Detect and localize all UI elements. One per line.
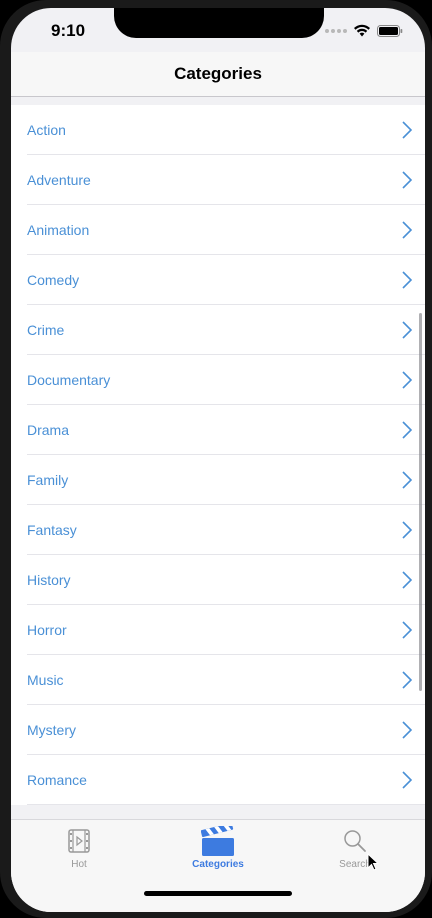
wifi-icon: [354, 24, 370, 37]
category-label: Action: [27, 122, 66, 138]
category-row[interactable]: Fantasy: [11, 505, 425, 555]
category-label: Crime: [27, 322, 65, 338]
category-label: Animation: [27, 222, 90, 238]
cellular-signal-icon: [325, 28, 347, 33]
chevron-right-icon: [402, 571, 413, 589]
category-label: Documentary: [27, 372, 111, 388]
category-label: Drama: [27, 422, 70, 438]
category-label: Family: [27, 472, 69, 488]
page-title: Categories: [174, 64, 262, 83]
mouse-cursor-icon: [367, 853, 379, 871]
chevron-right-icon: [402, 271, 413, 289]
category-row[interactable]: Crime: [11, 305, 425, 355]
category-row[interactable]: Adventure: [11, 155, 425, 205]
scroll-indicator[interactable]: [419, 313, 422, 691]
tab-hot[interactable]: Hot: [24, 826, 134, 870]
battery-icon: [377, 24, 403, 37]
device-frame: 9:10 Categories Action Adventure Animati…: [0, 0, 432, 918]
search-icon: [338, 826, 372, 856]
tab-categories-label: Categories: [192, 859, 244, 870]
category-row[interactable]: Mystery: [11, 705, 425, 755]
category-label: Fantasy: [27, 522, 77, 538]
category-row[interactable]: Animation: [11, 205, 425, 255]
category-row[interactable]: Drama: [11, 405, 425, 455]
category-label: Adventure: [27, 172, 91, 188]
category-label: Mystery: [27, 722, 76, 738]
film-icon: [62, 826, 96, 856]
category-row[interactable]: History: [11, 555, 425, 605]
category-row[interactable]: Music: [11, 655, 425, 705]
category-row[interactable]: Romance: [11, 755, 425, 805]
category-label: Romance: [27, 772, 87, 788]
category-label: History: [27, 572, 71, 588]
tab-hot-label: Hot: [71, 859, 87, 870]
tab-search[interactable]: Search: [300, 826, 410, 870]
status-indicators: [325, 24, 403, 37]
notch: [114, 8, 324, 38]
chevron-right-icon: [402, 171, 413, 189]
home-indicator[interactable]: [144, 891, 292, 896]
chevron-right-icon: [402, 771, 413, 789]
chevron-right-icon: [402, 521, 413, 539]
chevron-right-icon: [402, 721, 413, 739]
chevron-right-icon: [402, 621, 413, 639]
category-label: Horror: [27, 622, 67, 638]
screen: 9:10 Categories Action Adventure Animati…: [11, 8, 425, 912]
chevron-right-icon: [402, 421, 413, 439]
category-list: Action Adventure Animation Comedy Crime Docum…: [11, 105, 425, 805]
category-row[interactable]: Comedy: [11, 255, 425, 305]
tab-categories[interactable]: Categories: [163, 826, 273, 870]
category-row[interactable]: Documentary: [11, 355, 425, 405]
category-row[interactable]: Horror: [11, 605, 425, 655]
category-row[interactable]: Action: [11, 105, 425, 155]
chevron-right-icon: [402, 121, 413, 139]
category-label: Comedy: [27, 272, 80, 288]
clapperboard-icon: [201, 826, 235, 856]
chevron-right-icon: [402, 221, 413, 239]
status-time: 9:10: [51, 21, 86, 40]
navigation-bar: Categories: [11, 52, 425, 97]
chevron-right-icon: [402, 371, 413, 389]
chevron-right-icon: [402, 471, 413, 489]
tab-bar: Hot Categories Search: [11, 819, 425, 912]
chevron-right-icon: [402, 321, 413, 339]
chevron-right-icon: [402, 671, 413, 689]
category-row[interactable]: Family: [11, 455, 425, 505]
category-label: Music: [27, 672, 64, 688]
